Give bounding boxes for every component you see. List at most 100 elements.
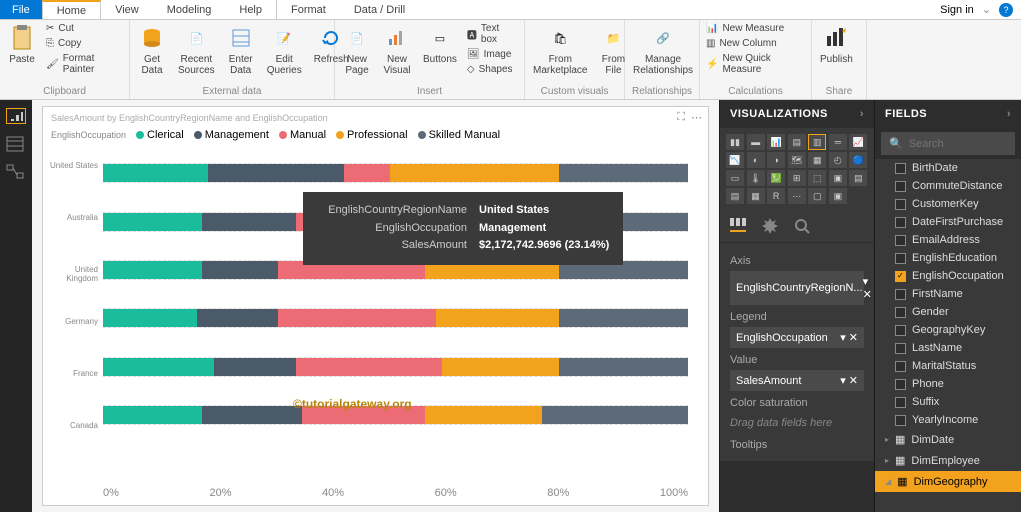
format-tab-icon[interactable] xyxy=(762,218,778,234)
viz-type-thumb[interactable]: 📉 xyxy=(726,152,744,168)
viz-type-thumb[interactable]: 🗺 xyxy=(788,152,806,168)
bar-segment[interactable] xyxy=(436,309,559,327)
field-checkbox[interactable] xyxy=(895,343,906,354)
recent-sources-button[interactable]: 📄Recent Sources xyxy=(174,22,219,78)
field-column[interactable]: CommuteDistance xyxy=(875,177,1021,195)
bar-segment[interactable] xyxy=(214,358,296,376)
model-view-icon[interactable] xyxy=(6,164,26,180)
visual-container[interactable]: SalesAmount by EnglishCountryRegionName … xyxy=(42,106,709,506)
bar-segment[interactable] xyxy=(197,309,279,327)
viz-type-thumb[interactable]: ▣ xyxy=(829,188,847,204)
field-table[interactable]: ▸▦DimEmployee xyxy=(875,450,1021,471)
viz-type-thumb[interactable]: ⬚ xyxy=(808,170,826,186)
viz-type-thumb[interactable]: ▮▮ xyxy=(726,134,744,150)
field-checkbox[interactable] xyxy=(895,253,906,264)
edit-queries-button[interactable]: 📝Edit Queries xyxy=(263,22,306,78)
bar-segment[interactable] xyxy=(559,164,688,182)
field-column[interactable]: Suffix xyxy=(875,393,1021,411)
bar-segment[interactable] xyxy=(103,358,214,376)
view-tab[interactable]: View xyxy=(101,0,153,19)
viz-type-thumb[interactable]: ▬ xyxy=(747,134,765,150)
fields-tab-icon[interactable] xyxy=(730,218,746,232)
enter-data-button[interactable]: Enter Data xyxy=(223,22,259,78)
viz-type-thumb[interactable]: 📊 xyxy=(767,134,785,150)
bar-segment[interactable] xyxy=(442,358,559,376)
report-view-icon[interactable] xyxy=(6,108,26,124)
field-column[interactable]: FirstName xyxy=(875,285,1021,303)
analytics-tab-icon[interactable] xyxy=(794,218,810,234)
chevron-down-icon[interactable]: ⌄ xyxy=(982,3,991,16)
help-tab[interactable]: Help xyxy=(225,0,276,19)
field-column[interactable]: EnglishOccupation xyxy=(875,267,1021,285)
bar-segment[interactable] xyxy=(208,164,343,182)
color-sat-placeholder[interactable]: Drag data fields here xyxy=(730,413,864,433)
field-table[interactable]: ▸▦DimDate xyxy=(875,429,1021,450)
new-measure-button[interactable]: 📊New Measure xyxy=(704,22,807,35)
field-checkbox[interactable] xyxy=(895,289,906,300)
viz-type-thumb[interactable]: ▤ xyxy=(788,134,806,150)
sign-in-link[interactable]: Sign in xyxy=(940,4,974,16)
field-checkbox[interactable] xyxy=(895,163,906,174)
bar-segment[interactable] xyxy=(103,261,202,279)
expand-icon[interactable]: ▸ xyxy=(885,435,889,444)
bar-segment[interactable] xyxy=(425,406,542,424)
focus-mode-icon[interactable]: ⛶ xyxy=(677,111,685,124)
modeling-tab[interactable]: Modeling xyxy=(153,0,226,19)
from-marketplace-button[interactable]: 🛍From Marketplace xyxy=(529,22,591,78)
viz-type-thumb[interactable]: 🌡 xyxy=(747,170,765,186)
bar-segment[interactable] xyxy=(559,358,688,376)
viz-type-thumb[interactable]: 💹 xyxy=(767,170,785,186)
field-column[interactable]: Phone xyxy=(875,375,1021,393)
viz-type-thumb[interactable]: ⋯ xyxy=(788,188,806,204)
viz-type-thumb[interactable]: 📈 xyxy=(849,134,867,150)
format-tab[interactable]: Format xyxy=(277,0,340,19)
field-column[interactable]: CustomerKey xyxy=(875,195,1021,213)
field-checkbox[interactable] xyxy=(895,415,906,426)
field-table[interactable]: ◢▦DimGeography xyxy=(875,471,1021,492)
legend-item[interactable]: Professional xyxy=(336,129,408,141)
axis-well-value[interactable]: EnglishCountryRegionN...▾ ✕ xyxy=(730,271,864,305)
legend-item[interactable]: Clerical xyxy=(136,129,184,141)
legend-item[interactable]: Manual xyxy=(279,129,326,141)
data-view-icon[interactable] xyxy=(6,136,26,152)
bar-segment[interactable] xyxy=(103,164,208,182)
field-column[interactable]: DateFirstPurchase xyxy=(875,213,1021,231)
new-visual-button[interactable]: New Visual xyxy=(379,22,415,78)
more-options-icon[interactable]: ⋯ xyxy=(691,111,702,124)
viz-type-thumb[interactable]: R xyxy=(767,188,785,204)
bar-segment[interactable] xyxy=(390,164,559,182)
field-checkbox[interactable] xyxy=(895,181,906,192)
bar-segment[interactable] xyxy=(103,406,202,424)
new-page-button[interactable]: 📄New Page xyxy=(339,22,375,78)
expand-icon[interactable]: ▸ xyxy=(885,456,889,465)
file-tab[interactable]: File xyxy=(0,0,42,19)
field-checkbox[interactable] xyxy=(895,217,906,228)
bar-segment[interactable] xyxy=(344,164,391,182)
shapes-button[interactable]: ◇Shapes xyxy=(465,63,520,76)
collapse-fields-panel-icon[interactable]: › xyxy=(1007,108,1011,120)
paste-button[interactable]: Paste xyxy=(4,22,40,67)
bar-segment[interactable] xyxy=(103,309,197,327)
collapse-viz-panel-icon[interactable]: › xyxy=(860,108,864,120)
bar-segment[interactable] xyxy=(278,309,436,327)
field-column[interactable]: GeographyKey xyxy=(875,321,1021,339)
publish-button[interactable]: Publish xyxy=(816,22,857,67)
field-column[interactable]: EnglishEducation xyxy=(875,249,1021,267)
field-column[interactable]: YearlyIncome xyxy=(875,411,1021,429)
field-checkbox[interactable] xyxy=(895,379,906,390)
search-input[interactable] xyxy=(909,138,1021,150)
new-column-button[interactable]: ▥New Column xyxy=(704,37,807,50)
field-checkbox[interactable] xyxy=(895,307,906,318)
viz-type-thumb[interactable]: ▤ xyxy=(849,170,867,186)
viz-type-thumb[interactable]: ◴ xyxy=(829,152,847,168)
new-quick-measure-button[interactable]: ⚡New Quick Measure xyxy=(704,52,807,76)
manage-relationships-button[interactable]: 🔗Manage Relationships xyxy=(629,22,697,78)
expand-icon[interactable]: ◢ xyxy=(885,477,891,486)
field-checkbox[interactable] xyxy=(895,325,906,336)
help-icon[interactable]: ? xyxy=(999,3,1013,17)
viz-type-thumb[interactable]: ▭ xyxy=(726,170,744,186)
cut-button[interactable]: ✂Cut xyxy=(44,22,125,35)
viz-type-thumb[interactable]: ▦ xyxy=(808,152,826,168)
search-box[interactable]: 🔍 xyxy=(881,132,1015,155)
viz-type-thumb[interactable]: ◐ xyxy=(747,152,765,168)
